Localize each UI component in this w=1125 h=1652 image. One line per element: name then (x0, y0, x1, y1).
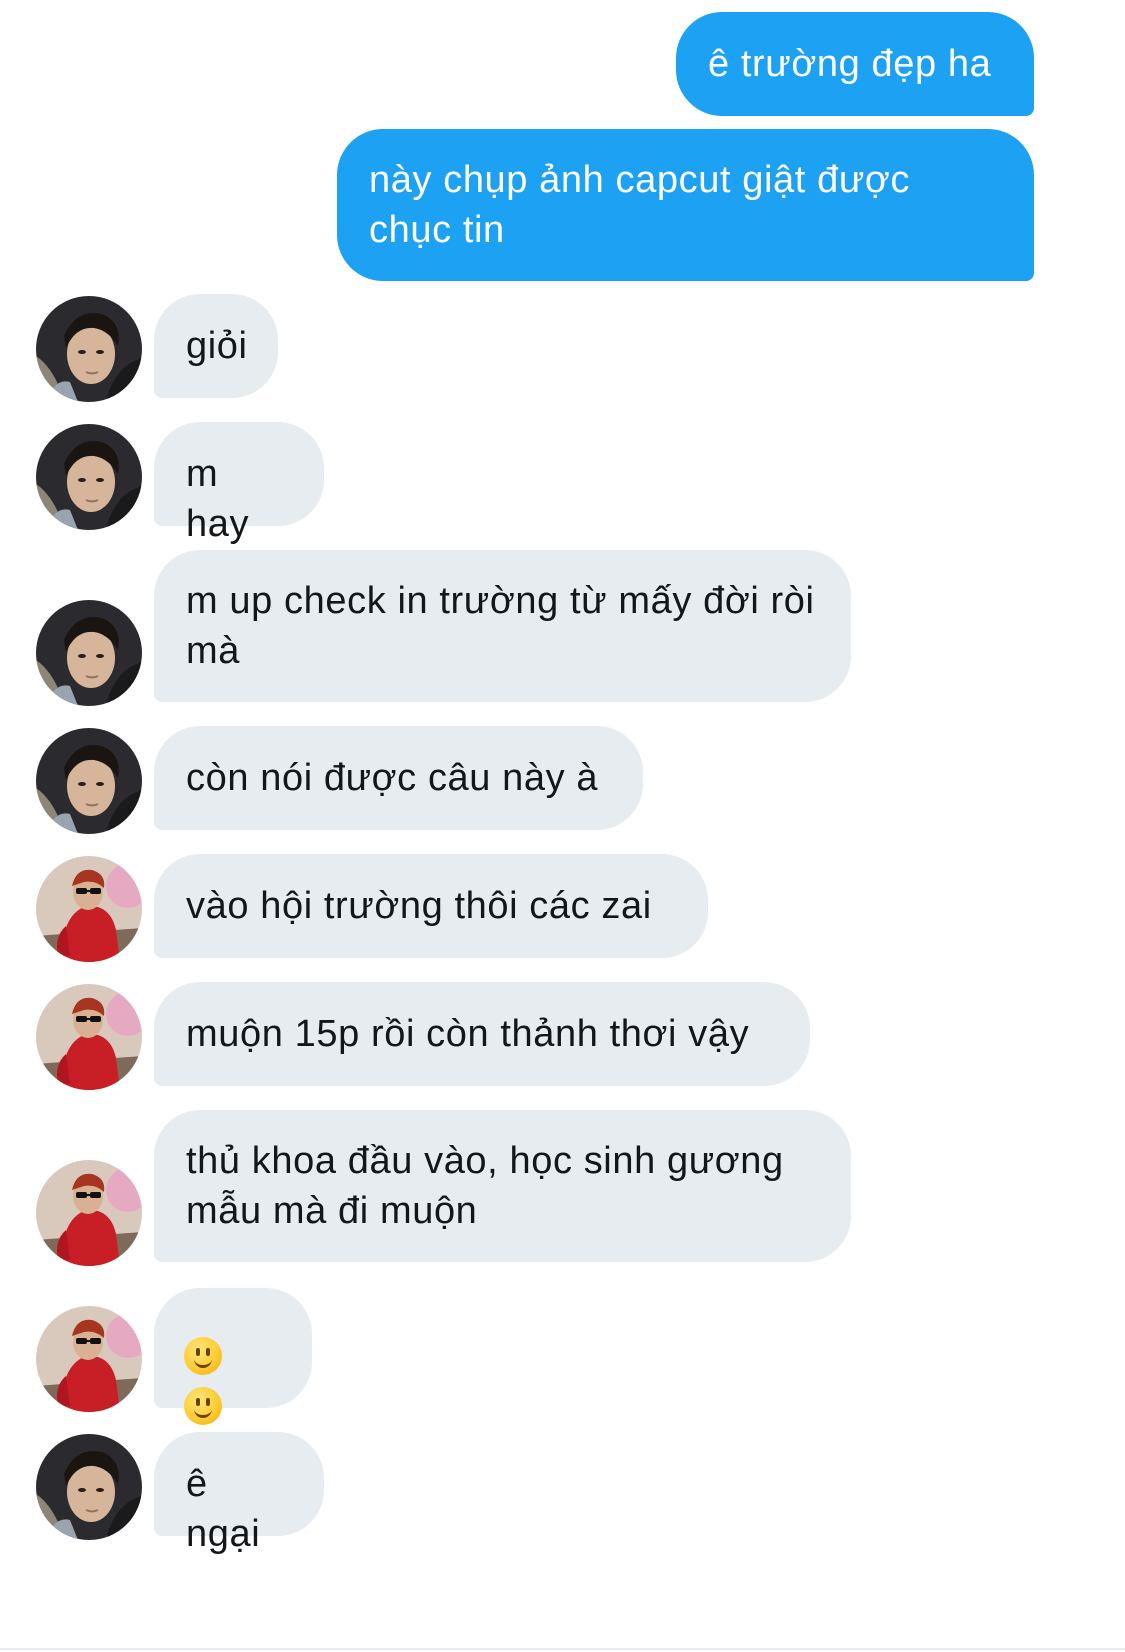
avatar-person-b[interactable] (36, 984, 142, 1090)
avatar-person-a[interactable] (36, 1434, 142, 1540)
message-text: này chụp ảnh capcut giật được chục tin (369, 159, 910, 251)
avatar-photo (36, 984, 142, 1090)
message-text: thủ khoa đầu vào, học sinh gương mẫu mà … (186, 1140, 784, 1232)
divider (0, 1648, 1125, 1650)
avatar-photo (36, 1160, 142, 1266)
incoming-message-bubble[interactable]: giỏi (154, 294, 278, 398)
avatar-person-a[interactable] (36, 424, 142, 530)
message-text: m hay (186, 453, 250, 545)
message-thread: ê trường đẹp ha này chụp ảnh capcut giật… (0, 0, 1125, 1652)
avatar-person-a[interactable] (36, 296, 142, 402)
incoming-message-bubble[interactable]: muộn 15p rồi còn thảnh thơi vậy (154, 982, 810, 1086)
incoming-message-bubble[interactable]: m hay (154, 422, 324, 545)
avatar-photo (36, 1434, 142, 1540)
outgoing-message-bubble[interactable]: này chụp ảnh capcut giật được chục tin (337, 129, 1034, 281)
incoming-message-bubble[interactable]: vào hội trường thôi các zai (154, 854, 708, 958)
avatar-photo (36, 296, 142, 402)
avatar-photo (36, 424, 142, 530)
message-text: ê ngại (186, 1463, 261, 1555)
incoming-message-bubble[interactable]: thủ khoa đầu vào, học sinh gương mẫu mà … (154, 1110, 851, 1262)
incoming-message-bubble[interactable]: còn nói được câu này à (154, 726, 643, 830)
incoming-message-bubble[interactable]: m up check in trường từ mấy đời ròi mà (154, 550, 851, 702)
avatar-photo (36, 1306, 142, 1412)
message-text: giỏi (186, 325, 248, 367)
avatar-person-b[interactable] (36, 1306, 142, 1412)
avatar-person-b[interactable] (36, 856, 142, 962)
outgoing-message-bubble[interactable]: ê trường đẹp ha (676, 12, 1034, 116)
message-text: vào hội trường thôi các zai (186, 885, 652, 927)
avatar-person-a[interactable] (36, 600, 142, 706)
message-text: còn nói được câu này à (186, 757, 599, 799)
avatar-person-a[interactable] (36, 728, 142, 834)
slightly-smiling-face-icon (184, 1336, 222, 1375)
incoming-message-bubble[interactable]: ê ngại (154, 1432, 324, 1555)
avatar-photo (36, 856, 142, 962)
message-text: ê trường đẹp ha (708, 43, 992, 85)
avatar-photo (36, 728, 142, 834)
avatar-photo (36, 600, 142, 706)
incoming-message-bubble[interactable] (154, 1288, 312, 1425)
message-text: m up check in trường từ mấy đời ròi mà (186, 580, 815, 672)
avatar-person-b[interactable] (36, 1160, 142, 1266)
slightly-smiling-face-icon (184, 1386, 222, 1425)
message-text: muộn 15p rồi còn thảnh thơi vậy (186, 1013, 750, 1055)
